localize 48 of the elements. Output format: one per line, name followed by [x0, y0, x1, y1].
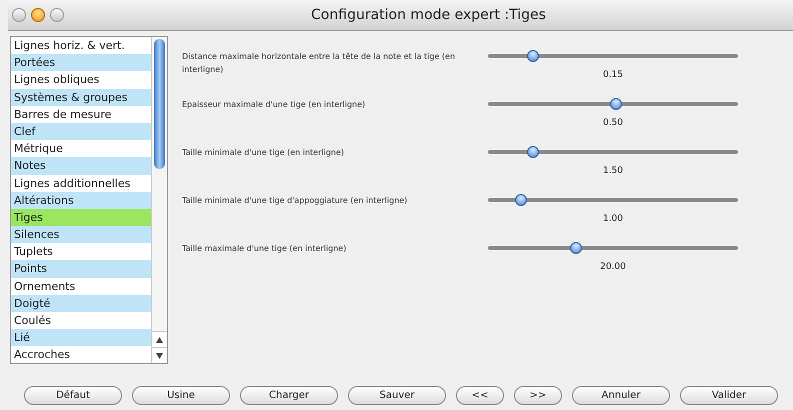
- setting-label: Taille minimale d'une tige d'appoggiature (en interligne): [182, 195, 408, 207]
- slider-thumb[interactable]: [527, 50, 539, 62]
- dialog-button[interactable]: Sauver: [348, 386, 446, 405]
- sidebar-item[interactable]: Lignes additionnelles: [11, 174, 151, 192]
- sidebar-item[interactable]: Systèmes & groupes: [11, 88, 151, 106]
- slider-value: 0.15: [602, 70, 624, 80]
- setting-label: Distance maximale horizontale entre la tête de la note et la tige (en interligne): [182, 51, 456, 76]
- sidebar-item[interactable]: Notes: [11, 157, 151, 174]
- dialog-button[interactable]: Charger: [240, 386, 338, 405]
- sidebar-item[interactable]: Tuplets: [11, 243, 151, 260]
- dialog-button[interactable]: Annuler: [572, 386, 670, 405]
- setting-label: Taille minimale d'une tige (en interligne): [182, 147, 346, 159]
- scrollbar-thumb[interactable]: [154, 39, 165, 169]
- sidebar-item[interactable]: Accroches: [11, 346, 151, 363]
- slider-thumb[interactable]: [610, 98, 622, 110]
- close-button[interactable]: [12, 8, 26, 22]
- sidebar-item[interactable]: Points: [11, 260, 151, 278]
- sidebar-item[interactable]: Altérations: [11, 192, 151, 209]
- sidebar-item[interactable]: Portées: [11, 54, 151, 72]
- sidebar-item[interactable]: Silences: [11, 226, 151, 244]
- sidebar-item[interactable]: Doigté: [11, 294, 151, 312]
- slider-value: 1.00: [602, 214, 624, 224]
- slider-value: 1.50: [602, 166, 624, 176]
- dialog-button[interactable]: Défaut: [24, 386, 122, 405]
- scrollbar[interactable]: [152, 37, 167, 331]
- sidebar-item[interactable]: Lignes horiz. & vert.: [11, 37, 151, 54]
- sidebar-item[interactable]: Coulés: [11, 312, 151, 330]
- setting-label: Epaisseur maximale d'une tige (en interligne): [182, 99, 366, 111]
- dialog-button[interactable]: Valider: [680, 386, 778, 405]
- dialog-button[interactable]: Usine: [132, 386, 230, 405]
- slider-thumb[interactable]: [570, 242, 582, 254]
- slider-thumb[interactable]: [514, 194, 526, 206]
- setting-label: Taille maximale d'une tige (en interligne): [182, 243, 348, 255]
- slider-thumb[interactable]: [527, 146, 539, 158]
- slider-value: 20.00: [600, 262, 626, 272]
- minimize-button[interactable]: [31, 8, 45, 22]
- zoom-button[interactable]: [50, 8, 64, 22]
- sidebar-item[interactable]: Lignes obliques: [11, 71, 151, 89]
- sidebar-item[interactable]: Ornements: [11, 278, 151, 295]
- dialog-button[interactable]: <<: [456, 386, 504, 405]
- sidebar-item[interactable]: Barres de mesure: [11, 106, 151, 123]
- slider-value: 0.50: [602, 118, 624, 128]
- dialog-button[interactable]: >>: [514, 386, 562, 405]
- sidebar-item[interactable]: Métrique: [11, 140, 151, 158]
- sidebar-item[interactable]: Tiges: [11, 208, 151, 226]
- window-title: Configuration mode expert :Tiges: [310, 7, 547, 23]
- sidebar-item[interactable]: Lié: [11, 329, 151, 346]
- sidebar-item[interactable]: Clef: [11, 122, 151, 140]
